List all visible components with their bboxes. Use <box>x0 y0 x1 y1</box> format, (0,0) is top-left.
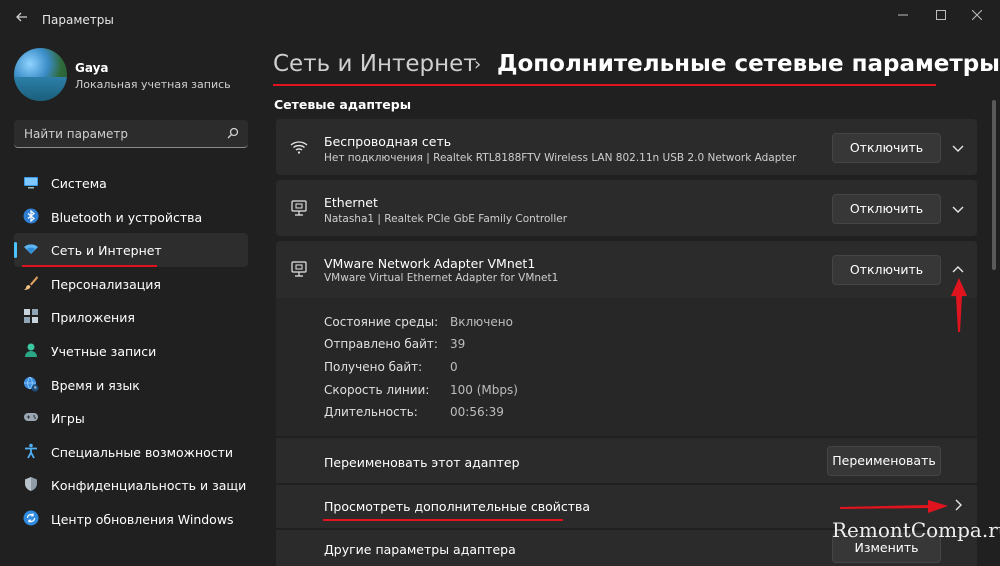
active-indicator <box>14 242 17 259</box>
detail-value: 0 <box>450 360 458 374</box>
breadcrumb-parent[interactable]: Сеть и Интернет <box>273 51 477 77</box>
sidebar-item-accessibility[interactable]: Специальные возможности <box>14 435 248 469</box>
scrollbar[interactable] <box>992 100 996 270</box>
rename-button[interactable]: Переименовать <box>827 446 941 476</box>
close-button[interactable] <box>962 6 992 26</box>
adapter-description: Natasha1 | Realtek PCIe GbE Family Contr… <box>324 213 568 225</box>
chevron-down-icon[interactable] <box>950 201 966 217</box>
sidebar-item-network[interactable]: Сеть и Интернет <box>14 233 248 267</box>
watermark: RemontCompa.ru <box>832 518 1000 542</box>
gamepad-icon <box>24 413 38 422</box>
sidebar-item-label: Игры <box>51 411 85 427</box>
adapter-description: VMware Virtual Ethernet Adapter for VMne… <box>324 272 559 284</box>
sidebar-item-label: Время и язык <box>51 377 140 393</box>
maximize-button[interactable] <box>926 6 956 26</box>
adapter-card-vmnet1[interactable]: VMware Network Adapter VMnet1 VMware Vir… <box>276 241 977 298</box>
rename-adapter-row: Переименовать этот адаптер Переименовать <box>276 438 977 483</box>
disable-button[interactable]: Отключить <box>832 255 941 285</box>
sidebar-item-system[interactable]: Система <box>14 166 248 200</box>
brush-icon <box>24 275 38 290</box>
detail-label: Получено байт: <box>324 360 423 374</box>
chevron-down-icon[interactable] <box>950 140 966 156</box>
search-input[interactable]: Найти параметр <box>24 127 128 141</box>
disable-button[interactable]: Отключить <box>832 133 941 163</box>
annotation-underline <box>273 84 936 86</box>
title-bar: Параметры <box>0 0 1000 40</box>
app-title: Параметры <box>42 13 114 27</box>
detail-label: Длительность: <box>324 405 418 419</box>
globe-clock-icon <box>24 376 39 392</box>
section-title: Сетевые адаптеры <box>274 97 411 112</box>
breadcrumb-separator: › <box>474 54 482 75</box>
maximize-icon <box>936 10 946 20</box>
bluetooth-icon <box>23 208 39 224</box>
detail-value: Включено <box>450 315 513 329</box>
wifi-icon <box>290 141 308 154</box>
sidebar-item-label: Персонализация <box>51 276 161 292</box>
sidebar-item-label: Учетные записи <box>51 343 157 359</box>
sidebar-item-label: Система <box>51 176 107 191</box>
sidebar-item-time-language[interactable]: Время и язык <box>14 368 248 402</box>
sidebar-item-privacy[interactable]: Конфиденциальность и защита <box>14 468 248 502</box>
sidebar-item-label: Bluetooth и устройства <box>51 209 203 225</box>
minimize-icon <box>898 14 908 16</box>
minimize-button[interactable] <box>888 6 918 26</box>
view-properties-label: Просмотреть дополнительные свойства <box>324 499 591 514</box>
ethernet-icon <box>291 200 307 216</box>
other-settings-label: Другие параметры адаптера <box>324 542 516 557</box>
ethernet-icon <box>291 261 307 277</box>
detail-label: Скорость линии: <box>324 383 430 397</box>
sidebar-item-label: Конфиденциальность и защита <box>51 478 246 494</box>
annotation-arrow-up-icon <box>951 278 967 332</box>
adapter-details: Состояние среды: Включено Отправлено бай… <box>276 298 977 436</box>
annotation-arrow-right-icon <box>840 500 948 513</box>
annotation-underline <box>22 265 157 267</box>
adapter-card-wireless[interactable]: Беспроводная сеть Нет подключения | Real… <box>276 119 977 175</box>
sidebar-item-label: Центр обновления Windows <box>51 511 234 527</box>
sidebar-item-bluetooth[interactable]: Bluetooth и устройства <box>14 200 248 234</box>
search-box[interactable]: Найти параметр <box>14 120 248 148</box>
sidebar-item-accounts[interactable]: Учетные записи <box>14 334 248 368</box>
user-account-type: Локальная учетная запись <box>75 78 231 91</box>
search-icon[interactable] <box>227 127 239 139</box>
sidebar-item-label: Приложения <box>51 310 135 326</box>
annotation-underline <box>323 519 563 521</box>
wifi-icon <box>24 244 38 255</box>
adapter-description: Нет подключения | Realtek RTL8188FTV Wir… <box>324 152 797 164</box>
disable-button[interactable]: Отключить <box>832 194 941 224</box>
sidebar-item-gaming[interactable]: Игры <box>14 401 248 435</box>
person-icon <box>25 343 37 357</box>
sidebar-item-label: Сеть и Интернет <box>51 243 162 259</box>
update-icon <box>23 510 39 526</box>
sidebar-item-label: Специальные возможности <box>51 444 234 460</box>
back-button[interactable] <box>12 10 32 30</box>
sidebar-item-windows-update[interactable]: Центр обновления Windows <box>14 502 248 536</box>
apps-icon <box>24 309 38 324</box>
adapter-name: Ethernet <box>324 195 378 210</box>
avatar[interactable] <box>14 48 67 101</box>
detail-value: 39 <box>450 337 466 351</box>
page-title: Дополнительные сетевые параметры <box>497 51 1000 77</box>
accessibility-icon <box>25 443 37 459</box>
sidebar-nav: Система Bluetooth и устройства Сеть и Ин… <box>14 166 250 536</box>
detail-value: 100 (Mbps) <box>450 383 518 397</box>
adapter-card-ethernet[interactable]: Ethernet Natasha1 | Realtek PCIe GbE Fam… <box>276 180 977 236</box>
detail-value: 00:56:39 <box>450 405 504 419</box>
detail-label: Состояние среды: <box>324 315 439 329</box>
rename-adapter-label: Переименовать этот адаптер <box>324 455 520 470</box>
detail-label: Отправлено байт: <box>324 337 438 351</box>
user-name: Gaya <box>75 61 109 75</box>
adapter-name: VMware Network Adapter VMnet1 <box>324 256 536 271</box>
back-arrow-icon <box>16 12 27 22</box>
monitor-icon <box>24 177 38 189</box>
adapter-name: Беспроводная сеть <box>324 134 452 149</box>
sidebar-item-personalization[interactable]: Персонализация <box>14 267 248 301</box>
close-icon <box>971 9 983 21</box>
chevron-right-icon[interactable] <box>950 497 966 513</box>
sidebar-item-apps[interactable]: Приложения <box>14 300 248 334</box>
shield-icon <box>25 477 37 492</box>
